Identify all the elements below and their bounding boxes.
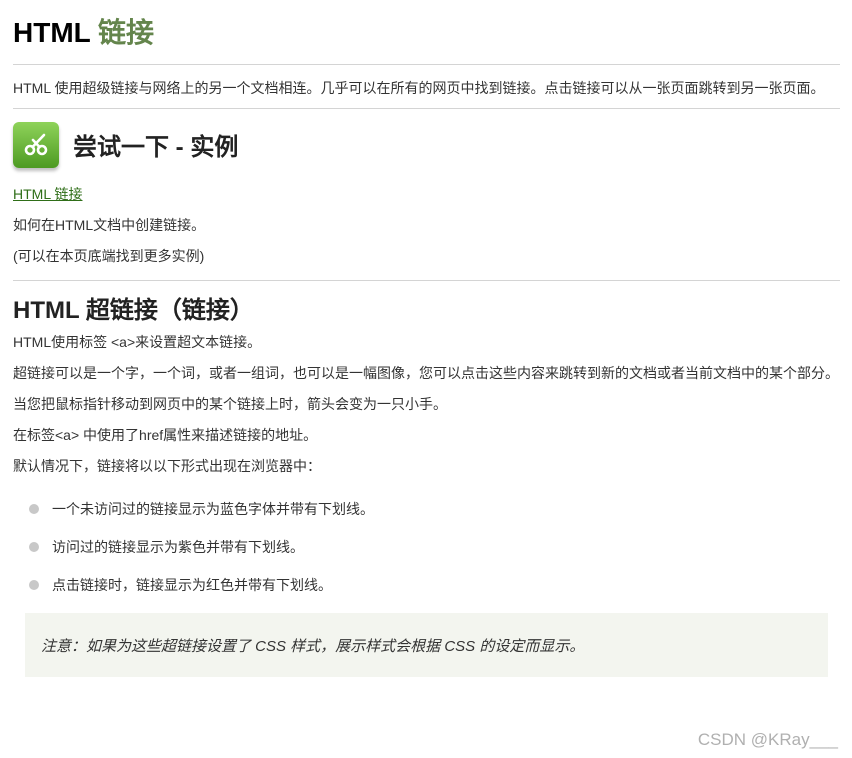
list-item-text: 点击链接时，链接显示为红色并带有下划线。 xyxy=(52,577,332,593)
link-state-list: 一个未访问过的链接显示为蓝色字体并带有下划线。 访问过的链接显示为紫色并带有下划… xyxy=(13,490,840,604)
list-item: 一个未访问过的链接显示为蓝色字体并带有下划线。 xyxy=(29,490,840,528)
page-title: HTML 链接 xyxy=(13,0,840,64)
section-paragraph: 在标签<a> 中使用了href属性来描述链接的地址。 xyxy=(13,427,318,443)
bullet-dot xyxy=(29,580,39,590)
page-title-accent: 链接 xyxy=(98,17,155,48)
bullet-dot xyxy=(29,542,39,552)
list-item-text: 访问过的链接显示为紫色并带有下划线。 xyxy=(52,539,304,555)
section-paragraph: 当您把鼠标指针移动到网页中的某个链接上时，箭头会变为一只小手。 xyxy=(13,396,447,412)
bullet-dot xyxy=(29,504,39,514)
more-examples-note: (可以在本页底端找到更多实例) xyxy=(13,248,205,264)
section-paragraph: HTML使用标签 <a>来设置超文本链接。 xyxy=(13,334,262,350)
css-note-box: 注意：如果为这些超链接设置了 CSS 样式，展示样式会根据 CSS 的设定而显示… xyxy=(25,613,828,677)
example-desc: 如何在HTML文档中创建链接。 xyxy=(13,217,206,233)
list-item-text: 一个未访问过的链接显示为蓝色字体并带有下划线。 xyxy=(52,501,374,517)
tryit-heading: 尝试一下 - 实例 xyxy=(73,133,239,161)
tryit-header: 尝试一下 - 实例 xyxy=(13,109,840,179)
example-link-line: HTML 链接 xyxy=(13,179,840,210)
section-paragraph: 默认情况下，链接将以以下形式出现在浏览器中： xyxy=(13,458,321,474)
css-note-text: 注意：如果为这些超链接设置了 CSS 样式，展示样式会根据 CSS 的设定而显示… xyxy=(41,637,585,655)
list-item: 访问过的链接显示为紫色并带有下划线。 xyxy=(29,528,840,566)
page-content: HTML 链接 HTML 使用超级链接与网络上的另一个文档相连。几乎可以在所有的… xyxy=(0,0,852,677)
section-paragraph: 超链接可以是一个字，一个词，或者一组词，也可以是一幅图像，您可以点击这些内容来跳… xyxy=(13,365,839,381)
example-link[interactable]: HTML 链接 xyxy=(13,186,82,202)
list-item: 点击链接时，链接显示为红色并带有下划线。 xyxy=(29,566,840,604)
watermark: CSDN @KRay___ xyxy=(697,730,838,749)
intro-paragraph: HTML 使用超级链接与网络上的另一个文档相连。几乎可以在所有的网页中找到链接。… xyxy=(13,80,825,96)
scissors-icon xyxy=(13,122,59,168)
page-title-prefix: HTML xyxy=(13,17,91,48)
